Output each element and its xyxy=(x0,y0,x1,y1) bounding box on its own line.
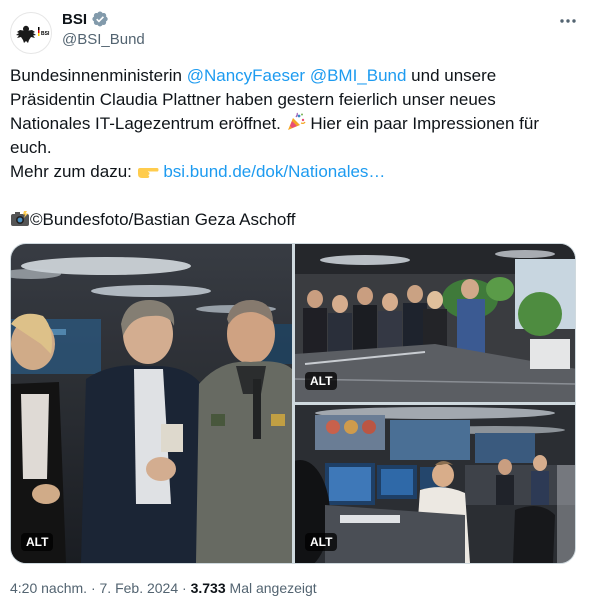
author-name-row: BSI xyxy=(62,10,109,28)
photo-2-image xyxy=(295,244,575,402)
photo-credit: ©Bundesfoto/Bastian Geza Aschoff xyxy=(30,210,296,229)
tweet-text-segment: Nationales IT-Lagezentrum eröffnet. xyxy=(10,114,286,133)
photo-2-group-tour[interactable]: ALT xyxy=(295,244,575,402)
tweet-line-4: euch. xyxy=(10,138,52,157)
tweet-line-3: Nationales IT-Lagezentrum eröffnet. Hier… xyxy=(10,112,580,136)
alt-text-badge-3[interactable]: ALT xyxy=(305,533,338,551)
tweet-line-5: Mehr zum dazu: bsi.bund.de/dok/Nationale… xyxy=(10,160,580,184)
mention-nancyfaeser-link[interactable]: @NancyFaeser xyxy=(187,66,305,85)
tweet-date[interactable]: 7. Feb. 2024 xyxy=(100,580,179,596)
tweet-time[interactable]: 4:20 nachm. xyxy=(10,580,87,596)
photo-1-officials-portrait[interactable]: ALT xyxy=(11,244,292,563)
photo-3-control-room[interactable]: ALT xyxy=(295,405,575,563)
tweet-card[interactable]: BSI BSI @BSI_Bund Bundesinnenministerin … xyxy=(0,0,596,602)
photo-1-image xyxy=(11,244,292,563)
tweet-credit-line: ©Bundesfoto/Bastian Geza Aschoff xyxy=(10,208,580,232)
views-label: Mal angezeigt xyxy=(225,580,317,596)
tweet-text: Bundesinnenministerin @NancyFaeser @BMI_… xyxy=(10,64,580,232)
verified-badge-icon[interactable] xyxy=(91,10,109,28)
camera-flash-icon xyxy=(11,211,29,226)
author-display-name[interactable]: BSI xyxy=(62,11,87,28)
view-count: 3.733 xyxy=(190,580,226,596)
avatar-logo-text: BSI xyxy=(41,31,50,37)
meta-separator: · xyxy=(87,580,100,596)
bsi-logo-icon: BSI xyxy=(16,25,50,43)
bsi-article-link[interactable]: bsi.bund.de/dok/Nationales… xyxy=(163,162,385,181)
alt-text-badge-2[interactable]: ALT xyxy=(305,372,338,390)
tweet-text-segment: Bundesinnenministerin xyxy=(10,66,187,85)
author-handle[interactable]: @BSI_Bund xyxy=(62,31,145,48)
tweet-text-segment: Mehr zum dazu: xyxy=(10,162,137,181)
tweet-line-1: Bundesinnenministerin @NancyFaeser @BMI_… xyxy=(10,64,580,88)
tweet-text-segment: Hier ein paar Impressionen für xyxy=(305,114,540,133)
tweet-meta: 4:20 nachm. · 7. Feb. 2024 · 3.733 Mal a… xyxy=(10,580,317,596)
pointing-hand-icon xyxy=(137,168,159,178)
mention-bmi-bund-link[interactable]: @BMI_Bund xyxy=(310,66,407,85)
more-options-button[interactable] xyxy=(554,8,582,34)
more-dots-icon xyxy=(560,19,576,23)
tweet-line-2: Präsidentin Claudia Plattner haben geste… xyxy=(10,90,496,109)
author-avatar[interactable]: BSI xyxy=(10,12,52,54)
tweet-text-segment: und unsere xyxy=(406,66,497,85)
media-grid: ALT ALT ALT xyxy=(10,243,576,564)
party-popper-icon xyxy=(287,112,306,130)
alt-text-badge-1[interactable]: ALT xyxy=(21,533,54,551)
meta-separator: · xyxy=(178,580,191,596)
photo-3-image xyxy=(295,405,575,563)
